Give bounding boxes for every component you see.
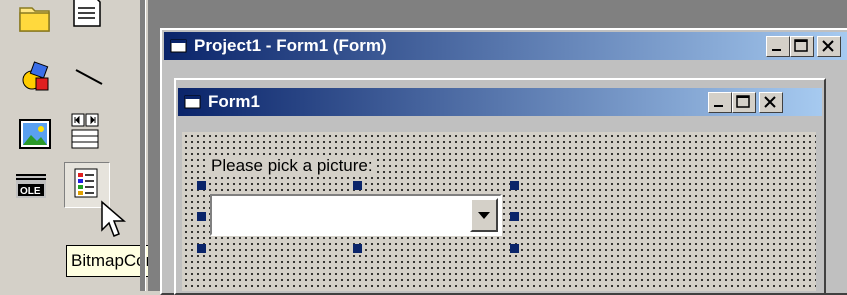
minimize-icon xyxy=(772,49,781,51)
form-maximize-button[interactable] xyxy=(732,92,756,113)
project-window-title: Project1 - Form1 (Form) xyxy=(194,36,387,55)
selection-handle[interactable] xyxy=(510,181,519,190)
chevron-down-icon xyxy=(478,212,490,219)
tool-data-control[interactable] xyxy=(64,108,108,152)
toolbox-border xyxy=(140,0,146,291)
mouse-cursor-icon xyxy=(101,200,127,237)
tool-ole[interactable]: OLE xyxy=(12,164,56,208)
maximize-icon xyxy=(794,39,808,52)
selection-handle[interactable] xyxy=(510,244,519,253)
image-icon xyxy=(19,119,51,149)
tool-line[interactable] xyxy=(66,56,110,100)
folder-icon xyxy=(19,7,50,32)
tool-image[interactable] xyxy=(14,112,58,156)
project-close-button[interactable] xyxy=(817,36,841,57)
form-window-title: Form1 xyxy=(208,92,260,111)
selection-handle[interactable] xyxy=(197,181,206,190)
maximize-icon xyxy=(736,95,750,108)
selection-handle[interactable] xyxy=(353,244,362,253)
selection-handle[interactable] xyxy=(197,212,206,221)
bitmap-combo-box[interactable] xyxy=(210,194,502,236)
label-please-pick[interactable]: Please pick a picture: xyxy=(209,156,375,176)
close-icon xyxy=(822,40,834,52)
close-icon xyxy=(764,96,776,108)
toolbox: OLE BitmapCombo xyxy=(0,0,184,291)
minimize-icon xyxy=(714,105,723,107)
selection-handle[interactable] xyxy=(197,244,206,253)
shape-icon xyxy=(22,61,49,91)
project-window-titlebar[interactable]: Project1 - Form1 (Form) xyxy=(164,32,847,60)
combo-dropdown-button[interactable] xyxy=(470,198,498,232)
form-minimize-button[interactable] xyxy=(708,92,732,113)
line-icon xyxy=(75,69,103,85)
project-maximize-button[interactable] xyxy=(790,36,814,57)
form-window-icon xyxy=(170,39,187,53)
data-control-icon xyxy=(71,113,99,149)
svg-text:OLE: OLE xyxy=(20,186,41,197)
selection-handle[interactable] xyxy=(510,212,519,221)
tool-shape[interactable] xyxy=(16,56,60,100)
ole-icon: OLE xyxy=(16,174,46,198)
tool-folder[interactable] xyxy=(14,0,58,36)
file-icon xyxy=(73,0,101,27)
form-window-titlebar[interactable]: Form1 xyxy=(178,88,822,116)
form-close-button[interactable] xyxy=(759,92,783,113)
tool-file[interactable] xyxy=(64,0,108,30)
project-minimize-button[interactable] xyxy=(766,36,790,57)
form-window-icon xyxy=(184,95,201,109)
selection-handle[interactable] xyxy=(353,181,362,190)
